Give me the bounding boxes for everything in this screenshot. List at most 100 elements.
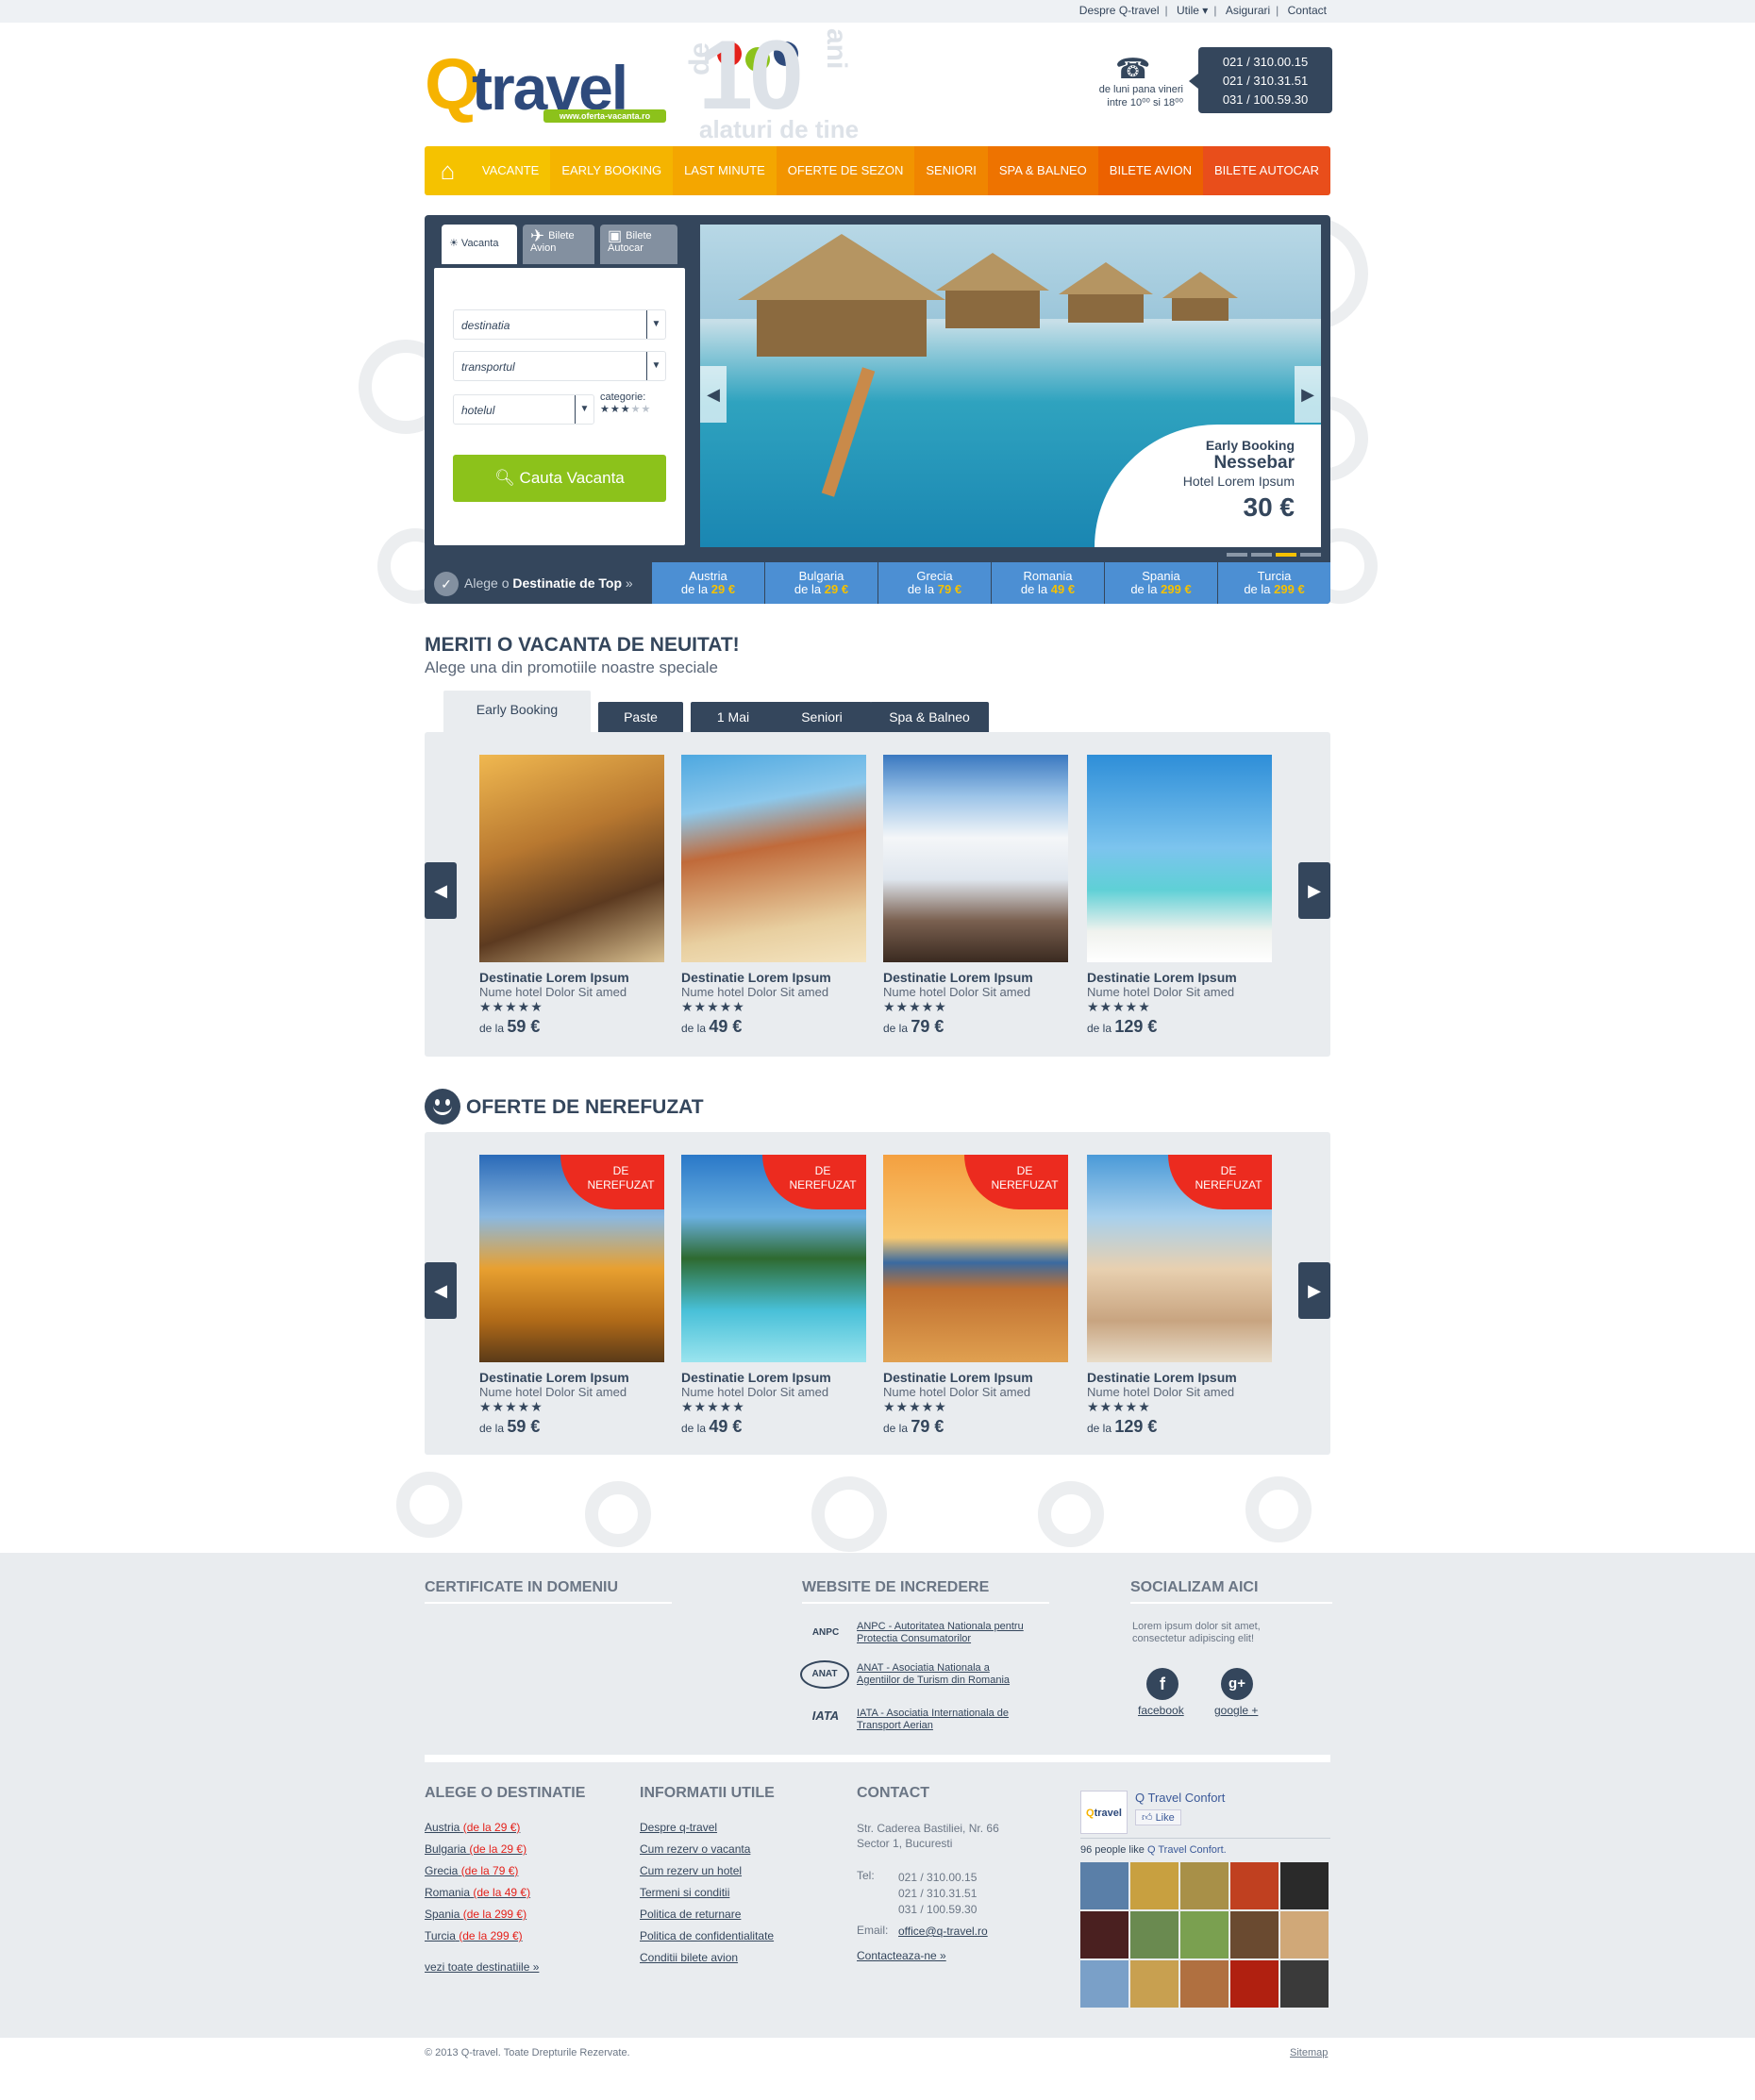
hero-prev-button[interactable]: ◀ [700,366,727,423]
fan-avatar[interactable] [1180,1960,1228,2008]
nav-item-last-minute[interactable]: LAST MINUTE [673,146,777,195]
tel-number[interactable]: 021 / 310.00.15 [898,1870,977,1886]
nav-item-early-booking[interactable]: EARLY BOOKING [550,146,674,195]
top-dest-austria[interactable]: Austria de la 29 € [651,562,764,604]
fan-avatar[interactable] [1230,1960,1279,2008]
fan-avatar[interactable] [1130,1911,1178,1958]
fb-like-button[interactable]: 👍︎ Like [1135,1809,1181,1825]
transport-select[interactable]: transportul ▼ [453,351,666,381]
nav-item-spa[interactable]: SPA & BALNEO [987,146,1098,195]
google-plus-icon[interactable]: g+ [1221,1668,1253,1700]
slider-dot[interactable] [1227,553,1247,557]
fan-avatar[interactable] [1130,1960,1178,2008]
top-link-utile[interactable]: Utile ▾ [1171,4,1213,17]
tab-early-booking[interactable]: Early Booking [443,691,591,732]
top-dest-turcia[interactable]: Turcia de la 299 € [1217,562,1330,604]
hotel-select[interactable]: hotelul ▼ [453,394,594,425]
top-link-about[interactable]: Despre Q-travel [1074,4,1165,17]
carousel-next-button[interactable]: ▶ [1298,862,1330,919]
google-plus-link[interactable]: google + [1214,1704,1258,1717]
top-link-contact[interactable]: Contact [1282,4,1332,17]
nav-item-bilete-avion[interactable]: BILETE AVION [1097,146,1203,195]
offer-card[interactable]: Destinatie Lorem Ipsum Nume hotel Dolor … [479,755,664,1037]
tab-paste[interactable]: Paste [598,702,683,732]
search-button[interactable]: 🔍︎ Cauta Vacanta [453,455,666,502]
trust-link-anpc[interactable]: ANPC - Autoritatea Nationala pentru Prote… [857,1621,1024,1645]
tel-number[interactable]: 021 / 310.31.51 [898,1886,977,1902]
offer-card[interactable]: DE NEREFUZAT Destinatie Lorem Ipsum Nume … [883,1155,1068,1437]
offer-card[interactable]: Destinatie Lorem Ipsum Nume hotel Dolor … [681,755,866,1037]
phone-number[interactable]: 021 / 310.31.51 [1198,72,1332,91]
slider-dot[interactable] [1300,553,1321,557]
facebook-icon[interactable]: f [1146,1668,1178,1700]
offer-card[interactable]: DE NEREFUZAT Destinatie Lorem Ipsum Nume … [681,1155,866,1437]
carousel-next-button[interactable]: ▶ [1298,1262,1330,1319]
hero-next-button[interactable]: ▶ [1295,366,1321,423]
category-stars[interactable]: ★★★★★ [600,403,651,415]
tab-1-mai[interactable]: 1 Mai [691,702,776,732]
fb-count-page[interactable]: Q Travel Confort. [1147,1844,1227,1856]
footer-dest-link[interactable]: Turcia (de la 299 €) [425,1929,523,1942]
carousel-prev-button[interactable]: ◀ [425,862,457,919]
phone-number[interactable]: 031 / 100.59.30 [1198,91,1332,109]
fan-avatar[interactable] [1230,1862,1279,1909]
top-dest-bulgaria[interactable]: Bulgaria de la 29 € [764,562,878,604]
footer-dest-link[interactable]: Spania (de la 299 €) [425,1908,526,1921]
fan-avatar[interactable] [1280,1862,1329,1909]
fan-avatar[interactable] [1280,1960,1329,2008]
phone-number[interactable]: 021 / 310.00.15 [1198,53,1332,72]
email-link[interactable]: office@q-travel.ro [898,1925,988,1938]
slider-dot[interactable] [1251,553,1272,557]
facebook-link[interactable]: facebook [1138,1704,1184,1717]
tel-number[interactable]: 031 / 100.59.30 [898,1902,977,1918]
home-icon[interactable]: ⌂ [425,146,471,195]
top-dest-grecia[interactable]: Grecia de la 79 € [878,562,991,604]
fan-avatar[interactable] [1080,1960,1128,2008]
fb-page-name[interactable]: Q Travel Confort [1135,1791,1225,1805]
hero-offer-badge[interactable]: Early Booking Nessebar Hotel Lorem Ipsum… [1095,425,1321,547]
top-dest-spania[interactable]: Spania de la 299 € [1104,562,1217,604]
nav-item-oferte-sezon[interactable]: OFERTE DE SEZON [776,146,915,195]
fan-avatar[interactable] [1080,1911,1128,1958]
footer-dest-link[interactable]: Austria (de la 29 €) [425,1821,520,1834]
info-link[interactable]: Termeni si conditii [640,1886,729,1899]
info-link[interactable]: Conditii bilete avion [640,1951,738,1964]
nav-item-vacante[interactable]: VACANTE [470,146,551,195]
info-link[interactable]: Cum rezerv o vacanta [640,1842,750,1856]
info-link[interactable]: Politica de confidentialitate [640,1929,774,1942]
destination-select[interactable]: destinatia ▼ [453,309,666,340]
tab-bilete-avion[interactable]: ✈ Bilete Avion [523,225,594,264]
fan-avatar[interactable] [1230,1911,1279,1958]
footer-dest-link[interactable]: Bulgaria (de la 29 €) [425,1842,526,1856]
carousel-prev-button[interactable]: ◀ [425,1262,457,1319]
fan-avatar[interactable] [1080,1862,1128,1909]
sitemap-link[interactable]: Sitemap [1290,2047,1328,2058]
category-filter[interactable]: categorie: ★★★★★ [600,392,651,415]
tab-bilete-autocar[interactable]: ▣ Bilete Autocar [600,225,677,264]
all-destinations-link[interactable]: vezi toate destinatiile » [425,1960,539,1974]
slider-dot-active[interactable] [1276,553,1296,557]
trust-link-iata[interactable]: IATA - Asociatia Internationala de Transp… [857,1708,1009,1732]
top-link-insurance[interactable]: Asigurari [1220,4,1276,17]
tab-spa-balneo[interactable]: Spa & Balneo [870,702,989,732]
offer-card[interactable]: DE NEREFUZAT Destinatie Lorem Ipsum Nume … [479,1155,664,1437]
fan-avatar[interactable] [1130,1862,1178,1909]
fan-avatar[interactable] [1180,1911,1228,1958]
footer-dest-link[interactable]: Romania (de la 49 €) [425,1886,530,1899]
info-link[interactable]: Despre q-travel [640,1821,717,1834]
nav-item-seniori[interactable]: SENIORI [914,146,988,195]
info-link[interactable]: Politica de returnare [640,1908,741,1921]
fan-avatar[interactable] [1180,1862,1228,1909]
tab-seniori[interactable]: Seniori [772,702,872,732]
trust-link-anat[interactable]: ANAT - Asociatia Nationala a Agentiilor d… [857,1662,1010,1687]
nav-item-bilete-autocar[interactable]: BILETE AUTOCAR [1202,146,1330,195]
tab-vacanta[interactable]: ☀ Vacanta [442,225,517,264]
footer-dest-link[interactable]: Grecia (de la 79 €) [425,1864,518,1877]
offer-card[interactable]: Destinatie Lorem Ipsum Nume hotel Dolor … [883,755,1068,1037]
contact-link[interactable]: Contacteaza-ne » [857,1949,946,1962]
offer-card[interactable]: DE NEREFUZAT Destinatie Lorem Ipsum Nume … [1087,1155,1272,1437]
fan-avatar[interactable] [1280,1911,1329,1958]
top-dest-romania[interactable]: Romania de la 49 € [991,562,1104,604]
info-link[interactable]: Cum rezerv un hotel [640,1864,742,1877]
offer-card[interactable]: Destinatie Lorem Ipsum Nume hotel Dolor … [1087,755,1272,1037]
